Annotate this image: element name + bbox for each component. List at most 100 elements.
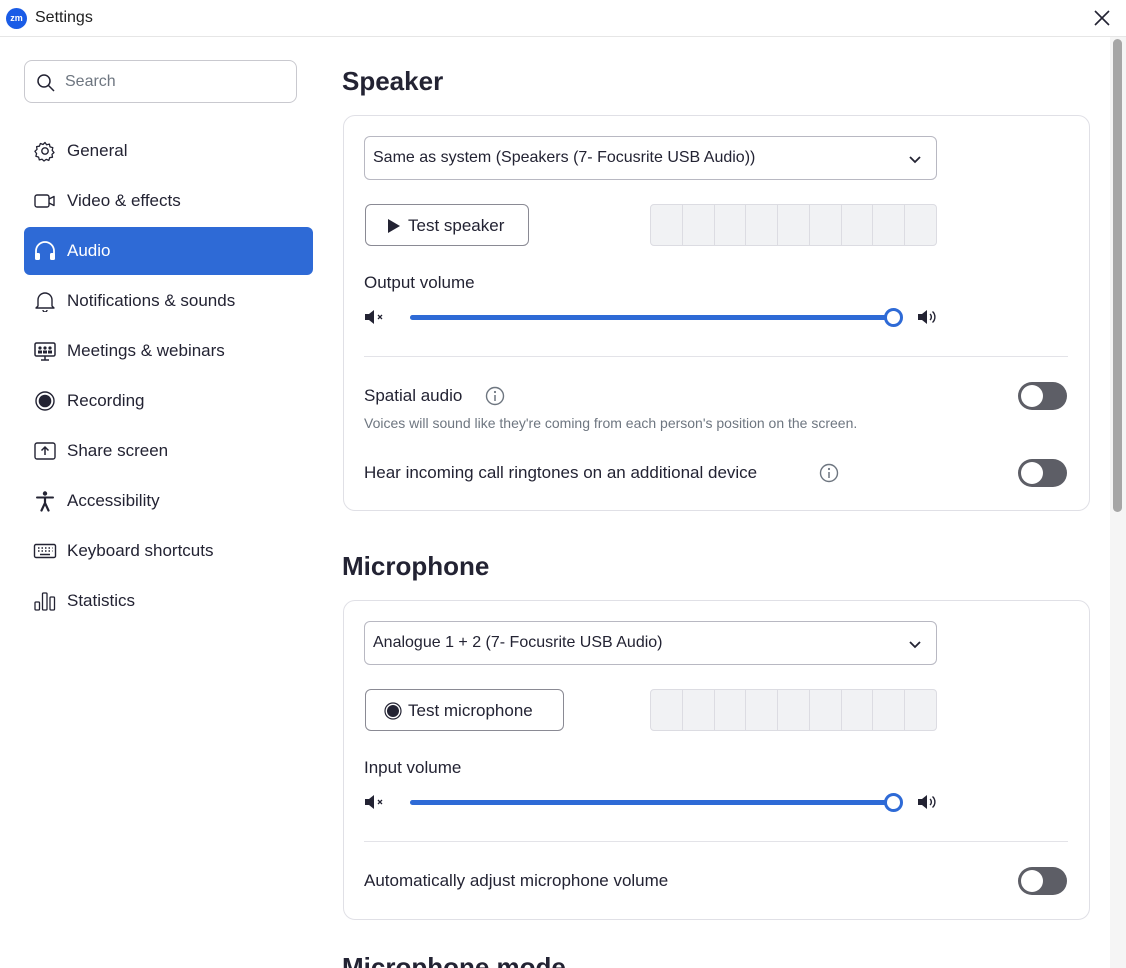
sidebar-item-meetings-webinars[interactable]: Meetings & webinars — [24, 327, 313, 375]
level-segment — [651, 690, 683, 730]
level-segment — [778, 205, 810, 245]
volume-up-icon — [918, 310, 936, 324]
sidebar-item-keyboard-shortcuts[interactable]: Keyboard shortcuts — [24, 527, 313, 575]
scrollbar[interactable] — [1110, 37, 1126, 968]
input-volume-label: Input volume — [364, 758, 462, 777]
speaker-device-select[interactable]: Same as system (Speakers (7- Focusrite U… — [364, 136, 937, 180]
level-segment — [842, 205, 874, 245]
level-segment — [810, 690, 842, 730]
sidebar-item-label: Notifications & sounds — [67, 291, 236, 310]
scrollbar-thumb[interactable] — [1113, 39, 1122, 512]
toggle-knob — [1021, 385, 1043, 407]
zoom-logo-icon: zm — [6, 8, 27, 29]
auto-adjust-mic-toggle[interactable] — [1018, 867, 1067, 895]
level-segment — [651, 205, 683, 245]
microphone-section-title: Microphone — [342, 551, 490, 581]
speaker-level-meter — [650, 204, 937, 246]
speaker-device-value: Same as system (Speakers (7- Focusrite U… — [373, 149, 756, 166]
toggle-knob — [1021, 462, 1043, 484]
test-microphone-button[interactable]: Test microphone — [365, 689, 564, 731]
microphone-card: Analogue 1 + 2 (7- Focusrite USB Audio) … — [343, 600, 1090, 920]
window-title: Settings — [35, 9, 93, 26]
output-volume-slider[interactable] — [410, 308, 903, 327]
settings-content: Speaker Same as system (Speakers (7- Foc… — [330, 37, 1110, 968]
volume-mute-icon — [365, 310, 383, 324]
auto-adjust-mic-label: Automatically adjust microphone volume — [364, 871, 669, 890]
test-speaker-button[interactable]: Test speaker — [365, 204, 529, 246]
level-segment — [683, 205, 715, 245]
level-segment — [715, 690, 747, 730]
test-speaker-label: Test speaker — [408, 216, 505, 235]
ringtone-device-toggle[interactable] — [1018, 459, 1067, 487]
microphone-level-meter — [650, 689, 937, 731]
info-icon[interactable] — [819, 463, 839, 483]
sidebar-item-label: General — [67, 141, 128, 160]
level-segment — [873, 690, 906, 730]
sidebar-item-notifications[interactable]: Notifications & sounds — [24, 277, 313, 325]
close-button[interactable] — [1090, 6, 1114, 30]
sidebar-item-label: Recording — [67, 391, 145, 410]
bar-chart-icon — [33, 590, 57, 612]
level-segment — [873, 205, 906, 245]
record-icon — [33, 390, 57, 412]
input-volume-slider[interactable] — [410, 793, 903, 812]
level-segment — [746, 690, 779, 730]
accessibility-icon — [33, 490, 57, 512]
share-screen-icon — [33, 440, 57, 462]
sidebar-item-label: Keyboard shortcuts — [67, 541, 214, 560]
search-input[interactable] — [65, 69, 285, 95]
sidebar-item-recording[interactable]: Recording — [24, 377, 313, 425]
headphones-icon — [33, 240, 57, 262]
sidebar-item-label: Statistics — [67, 591, 136, 610]
ringtone-device-label: Hear incoming call ringtones on an addit… — [364, 463, 758, 482]
level-segment — [905, 690, 936, 730]
level-segment — [842, 690, 874, 730]
gear-icon — [33, 140, 57, 162]
search-icon — [37, 74, 55, 92]
level-segment — [810, 205, 842, 245]
input-volume-thumb[interactable] — [884, 793, 903, 812]
sidebar-item-label: Meetings & webinars — [67, 341, 225, 360]
output-volume-fill — [410, 315, 894, 320]
level-segment — [683, 690, 715, 730]
input-volume-fill — [410, 800, 894, 805]
level-segment — [905, 205, 936, 245]
microphone-device-select[interactable]: Analogue 1 + 2 (7- Focusrite USB Audio) — [364, 621, 937, 665]
sidebar-item-accessibility[interactable]: Accessibility — [24, 477, 313, 525]
sidebar-item-statistics[interactable]: Statistics — [24, 577, 313, 625]
chevron-down-icon — [909, 641, 921, 649]
sidebar-item-label: Accessibility — [67, 491, 160, 510]
level-segment — [778, 690, 810, 730]
spatial-audio-toggle[interactable] — [1018, 382, 1067, 410]
volume-up-icon — [918, 795, 936, 809]
divider — [364, 356, 1068, 357]
search-box[interactable] — [24, 60, 297, 103]
info-icon[interactable] — [485, 386, 505, 406]
record-icon — [384, 702, 402, 720]
spatial-audio-description: Voices will sound like they're coming fr… — [364, 415, 858, 431]
sidebar-item-label: Audio — [67, 241, 111, 260]
toggle-knob — [1021, 870, 1043, 892]
speaker-card: Same as system (Speakers (7- Focusrite U… — [343, 115, 1090, 511]
sidebar-item-label: Share screen — [67, 441, 169, 460]
input-volume-row — [364, 791, 944, 813]
speaker-section-title: Speaker — [342, 66, 444, 96]
microphone-mode-section-title: Microphone mode — [342, 952, 566, 968]
sidebar-item-video-effects[interactable]: Video & effects — [24, 177, 313, 225]
level-segment — [746, 205, 779, 245]
volume-mute-icon — [365, 795, 383, 809]
sidebar: General Video & effects Audio Notificati… — [0, 37, 330, 968]
sidebar-item-label: Video & effects — [67, 191, 181, 210]
play-icon — [388, 219, 400, 233]
settings-window: zm Settings General — [0, 0, 1126, 968]
divider — [364, 841, 1068, 842]
output-volume-label: Output volume — [364, 273, 475, 292]
output-volume-thumb[interactable] — [884, 308, 903, 327]
spatial-audio-label: Spatial audio — [364, 386, 463, 405]
output-volume-row — [364, 306, 944, 328]
sidebar-item-general[interactable]: General — [24, 127, 313, 175]
sidebar-item-share-screen[interactable]: Share screen — [24, 427, 313, 475]
bell-icon — [33, 290, 57, 313]
sidebar-item-audio[interactable]: Audio — [24, 227, 313, 275]
close-icon — [1094, 10, 1110, 26]
